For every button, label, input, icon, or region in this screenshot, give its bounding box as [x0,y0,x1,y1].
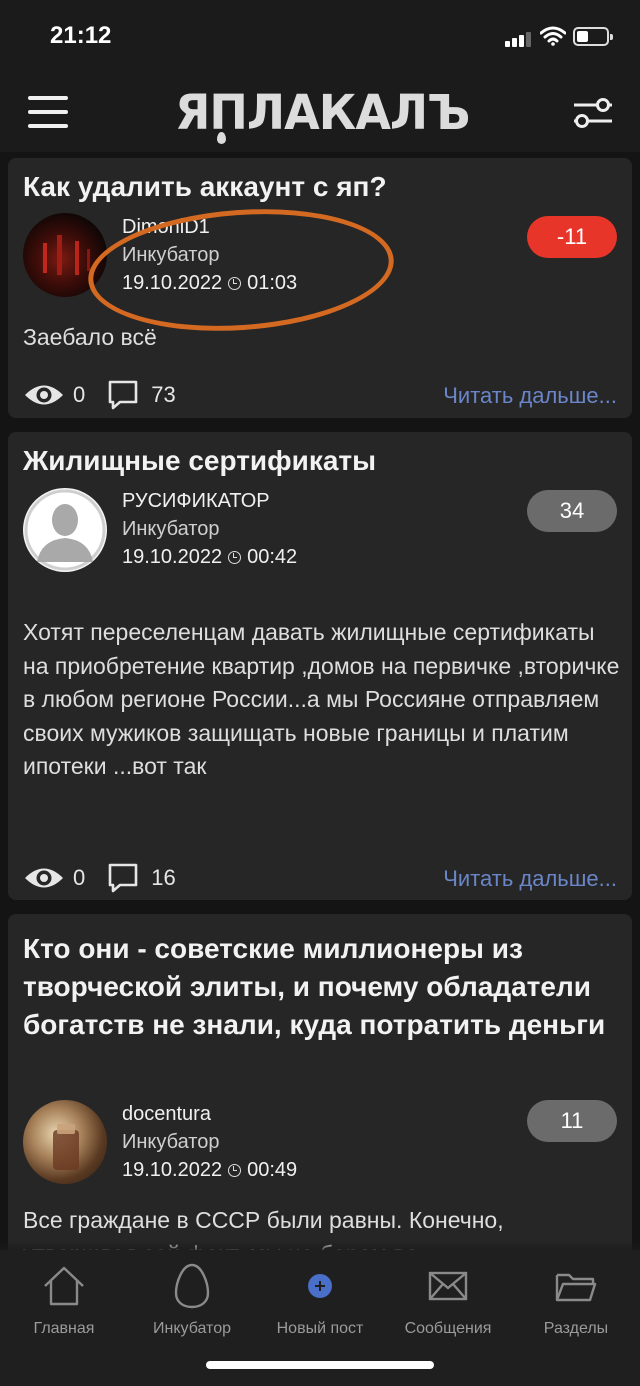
post-author[interactable]: docentura [122,1103,211,1126]
post-date: 19.10.2022 [122,546,223,568]
site-logo[interactable]: ЯПЛАКАЛЪ [175,84,470,144]
battery-icon [573,27,613,46]
cellular-signal-icon [505,29,533,47]
filter-settings-icon[interactable] [572,96,614,130]
tab-sections[interactable]: Разделы [512,1264,640,1338]
rating-badge[interactable]: 11 [527,1100,617,1142]
wifi-icon [539,26,567,51]
menu-icon[interactable] [28,96,68,130]
read-more-link[interactable]: Читать дальше... [443,866,617,892]
rating-badge[interactable]: -11 [527,216,617,258]
comments-count[interactable]: 16 [151,865,175,891]
views-count: 0 [73,865,86,890]
home-indicator[interactable] [206,1361,434,1369]
post-section[interactable]: Инкубатор [122,1131,219,1154]
post-stats: 0 73 [23,379,176,411]
post-card[interactable]: Как удалить аккаунт с яп? DimoniD1 Инкуб… [8,158,632,418]
tab-sections-label: Разделы [543,1320,609,1337]
post-time: 00:42 [247,546,298,568]
post-section[interactable]: Инкубатор [122,518,219,541]
post-title[interactable]: Как удалить аккаунт с яп? [23,168,387,206]
post-datetime: 19.10.2022 00:42 [122,546,297,569]
post-datetime: 19.10.2022 00:49 [122,1159,297,1182]
post-date: 19.10.2022 [122,1159,223,1181]
post-stats: 0 16 [23,862,176,894]
new-post-icon [256,1264,384,1308]
clock-icon [228,1164,242,1177]
rating-badge[interactable]: 34 [527,490,617,532]
home-icon [0,1264,128,1308]
comment-icon[interactable] [107,379,139,411]
post-author[interactable]: РУСИФИКАТОР [122,490,270,513]
folder-icon [512,1264,640,1308]
egg-icon [128,1263,256,1309]
post-excerpt: Заебало всё [23,324,157,350]
post-card[interactable]: Жилищные сертификаты РУСИФИКАТОР Инкубат… [8,432,632,900]
top-bar: ЯПЛАКАЛЪ [0,72,640,152]
tab-home-label: Главная [33,1320,95,1337]
tear-drop-icon [217,132,226,144]
comments-count[interactable]: 73 [151,382,175,408]
avatar[interactable] [23,1100,107,1184]
comment-icon[interactable] [107,862,139,894]
post-title[interactable]: Кто они - советские миллионеры из творче… [23,930,623,1044]
avatar[interactable] [23,488,107,572]
post-time: 00:49 [247,1159,298,1181]
tab-home[interactable]: Главная [0,1264,128,1338]
status-bar: 21:12 [0,0,640,72]
views-count: 0 [73,382,86,407]
post-excerpt: Хотят переселенцам давать жилищные серти… [23,619,620,780]
eye-icon [25,385,63,405]
post-title[interactable]: Жилищные сертификаты [23,442,376,480]
envelope-icon [384,1264,512,1308]
tab-new-post-label: Новый пост [276,1320,364,1337]
clock-icon [228,551,242,564]
read-more-link[interactable]: Читать дальше... [443,383,617,409]
tab-messages-label: Сообщения [404,1320,492,1337]
post-card[interactable]: Кто они - советские миллионеры из творче… [8,914,632,1274]
eye-icon [25,868,63,888]
tab-incubator[interactable]: Инкубатор [128,1263,256,1338]
tab-new-post[interactable]: Новый пост [256,1264,384,1338]
status-time: 21:12 [50,22,112,49]
tab-messages[interactable]: Сообщения [384,1264,512,1338]
tab-incubator-label: Инкубатор [153,1320,231,1337]
